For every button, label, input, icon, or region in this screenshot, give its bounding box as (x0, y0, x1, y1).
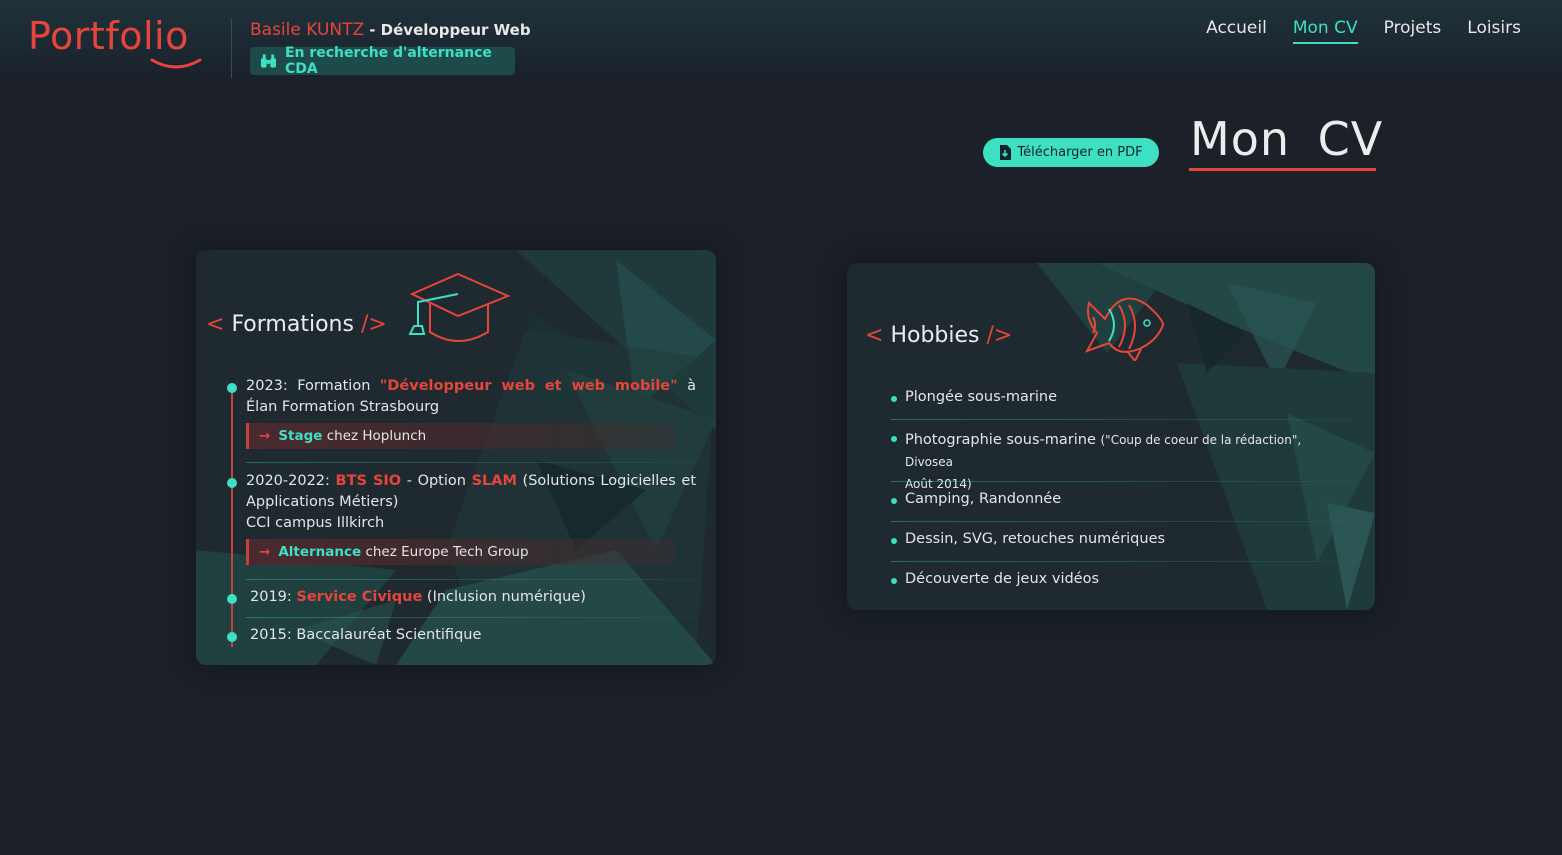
formation-item-1: 2023: Formation "Développeur web et web … (246, 378, 697, 415)
hobby-item-2: Photographie sous-marine ("Coup de coeur… (905, 432, 1302, 491)
status-badge: En recherche d'alternance CDA (250, 45, 515, 77)
formation-1-sub: → Stage chez Hoplunch (246, 423, 676, 449)
site-header: Portfolio Basile KUNTZ - Développeur Web… (0, 0, 1562, 82)
name-line: Basile KUNTZ - Développeur Web (250, 20, 531, 40)
bullet-dot (891, 396, 897, 402)
logo[interactable]: Portfolio (28, 14, 189, 58)
nav-projets[interactable]: Projets (1384, 18, 1442, 44)
fish-icon (1084, 297, 1165, 361)
formation-2-sub: → Alternance chez Europe Tech Group (246, 539, 676, 565)
bullet-dot (891, 498, 897, 504)
arrow-right-icon: → (259, 428, 271, 444)
separator (891, 419, 1355, 420)
hobby-item-3: Camping, Randonnée (905, 491, 1062, 507)
nav-accueil[interactable]: Accueil (1206, 18, 1267, 44)
timeline-dot (227, 478, 237, 488)
binoculars-icon (260, 54, 276, 68)
formations-title: < Formations /> (206, 312, 387, 337)
title-underline (1189, 168, 1376, 171)
main-nav: Accueil Mon CV Projets Loisirs (1206, 18, 1521, 44)
hobby-item-5: Découverte de jeux vidéos (905, 571, 1100, 587)
graduation-cap-icon (408, 272, 510, 342)
hobbies-card: < Hobbies /> Plongée sous-marine Photogr… (847, 263, 1375, 610)
hobby-item-4: Dessin, SVG, retouches numériques (905, 531, 1166, 547)
separator (246, 579, 696, 580)
download-pdf-label: Télécharger en PDF (1017, 145, 1143, 160)
hobbies-title: < Hobbies /> (865, 323, 1013, 348)
formation-item-4: 2015: Baccalauréat Scientifique (250, 627, 482, 643)
timeline-dot (227, 594, 237, 604)
download-pdf-button[interactable]: Télécharger en PDF (983, 138, 1159, 167)
hobby-item-1: Plongée sous-marine (905, 389, 1058, 405)
timeline-dot (227, 632, 237, 642)
bullet-dot (891, 436, 897, 442)
separator (246, 617, 696, 618)
formation-item-3: 2019: Service Civique (Inclusion numériq… (250, 589, 586, 605)
timeline-line (231, 385, 233, 647)
logo-smile-icon (150, 58, 202, 69)
author-name: Basile KUNTZ (250, 20, 365, 40)
formation-item-2: 2020-2022: BTS SIO - Option SLAM (Soluti… (246, 473, 697, 531)
separator (246, 462, 696, 463)
timeline-dot (227, 383, 237, 393)
separator (891, 561, 1355, 562)
bullet-dot (891, 538, 897, 544)
separator (891, 481, 1355, 482)
separator (891, 521, 1355, 522)
formations-card: < Formations /> 2023: Formation "Dévelop… (196, 250, 716, 665)
bullet-dot (891, 578, 897, 584)
nav-loisirs[interactable]: Loisirs (1467, 18, 1521, 44)
nav-mon-cv[interactable]: Mon CV (1292, 18, 1358, 44)
arrow-right-icon: → (259, 544, 271, 560)
header-divider (231, 18, 232, 78)
file-download-icon (1000, 145, 1012, 160)
author-role: - Développeur Web (369, 21, 531, 39)
page-title: Mon CV (1190, 112, 1384, 166)
status-badge-label: En recherche d'alternance CDA (284, 45, 492, 77)
